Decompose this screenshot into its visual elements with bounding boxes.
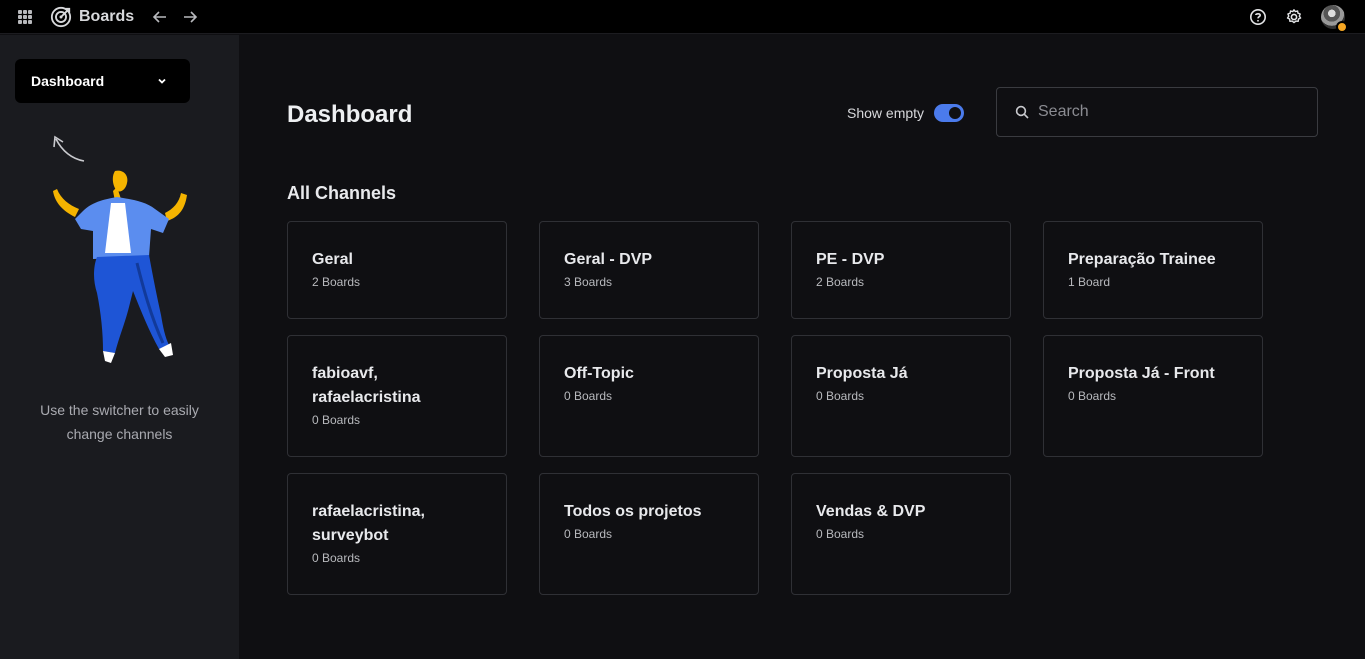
- channel-title: Off-Topic: [564, 365, 634, 382]
- search-icon: [1015, 105, 1029, 119]
- board-count: 1 Board: [1068, 275, 1111, 289]
- section-title: All Channels: [287, 183, 397, 203]
- channel-card[interactable]: Todos os projetos 0 Boards: [539, 473, 759, 595]
- grid-icon[interactable]: [18, 9, 32, 24]
- switcher-label: Dashboard: [31, 73, 105, 89]
- board-count: 3 Boards: [564, 275, 613, 289]
- user-avatar[interactable]: [1321, 5, 1348, 33]
- board-count: 0 Boards: [1068, 389, 1117, 403]
- channel-card[interactable]: Proposta Já 0 Boards: [791, 335, 1011, 457]
- arrow-left-icon[interactable]: [152, 9, 168, 25]
- show-empty-label: Show empty: [847, 105, 925, 121]
- search-input[interactable]: [1038, 103, 1298, 121]
- channel-title: Geral: [312, 251, 353, 268]
- board-count: 0 Boards: [816, 527, 865, 541]
- chevron-down-icon: [158, 78, 166, 84]
- page-title: Dashboard: [287, 101, 413, 128]
- toggle-knob: [949, 107, 962, 119]
- board-count: 0 Boards: [312, 413, 361, 427]
- channel-card[interactable]: Preparação Trainee 1 Board: [1043, 221, 1263, 319]
- channel-title: Preparação Trainee: [1068, 251, 1216, 268]
- hint-line-2: change channels: [66, 426, 173, 442]
- dancing-person-illustration: [53, 170, 187, 363]
- channel-title: Proposta Já: [816, 365, 908, 382]
- channel-title: Geral - DVP: [564, 251, 653, 268]
- gear-icon[interactable]: [1285, 8, 1303, 26]
- board-count: 2 Boards: [816, 275, 865, 289]
- channel-title: fabioavf, rafaelacristina: [312, 365, 421, 406]
- channel-title: rafaelacristina, surveybot: [312, 503, 425, 544]
- board-count: 0 Boards: [312, 551, 361, 565]
- channel-card[interactable]: PE - DVP 2 Boards: [791, 221, 1011, 319]
- channel-switcher[interactable]: Dashboard: [15, 59, 190, 103]
- channel-title: Todos os projetos: [564, 503, 702, 520]
- channel-card[interactable]: Geral 2 Boards: [287, 221, 507, 319]
- status-clock-badge: [1336, 21, 1348, 33]
- help-circle-icon[interactable]: [1249, 8, 1267, 26]
- channel-card[interactable]: Proposta Já - Front 0 Boards: [1043, 335, 1263, 457]
- board-count: 0 Boards: [816, 389, 865, 403]
- switcher-hint: Use the switcher to easily change channe…: [0, 398, 239, 446]
- channel-title: Proposta Já - Front: [1068, 365, 1215, 382]
- main-content: Dashboard Show empty All Channels Geral …: [239, 35, 1365, 659]
- channel-card[interactable]: fabioavf, rafaelacristina 0 Boards: [287, 335, 507, 457]
- board-count: 0 Boards: [564, 389, 613, 403]
- channel-title: PE - DVP: [816, 251, 885, 268]
- hint-line-1: Use the switcher to easily: [40, 402, 199, 418]
- channel-card[interactable]: rafaelacristina, surveybot 0 Boards: [287, 473, 507, 595]
- show-empty-toggle[interactable]: [934, 104, 965, 122]
- show-empty-control: Show empty: [847, 104, 965, 122]
- arrow-right-icon[interactable]: [182, 9, 198, 25]
- search-box: [996, 87, 1318, 137]
- channel-card[interactable]: Off-Topic 0 Boards: [539, 335, 759, 457]
- channel-title: Vendas & DVP: [816, 503, 926, 520]
- sidebar: Dashboard Use the switcher to easily cha…: [0, 35, 239, 659]
- curved-arrow-icon: [53, 135, 85, 162]
- board-count: 0 Boards: [564, 527, 613, 541]
- target-logo-icon: [50, 6, 72, 27]
- board-count: 2 Boards: [312, 275, 361, 289]
- channel-card[interactable]: Geral - DVP 3 Boards: [539, 221, 759, 319]
- app-title: Boards: [79, 7, 135, 25]
- channel-card[interactable]: Vendas & DVP 0 Boards: [791, 473, 1011, 595]
- top-bar: Boards: [0, 0, 1365, 34]
